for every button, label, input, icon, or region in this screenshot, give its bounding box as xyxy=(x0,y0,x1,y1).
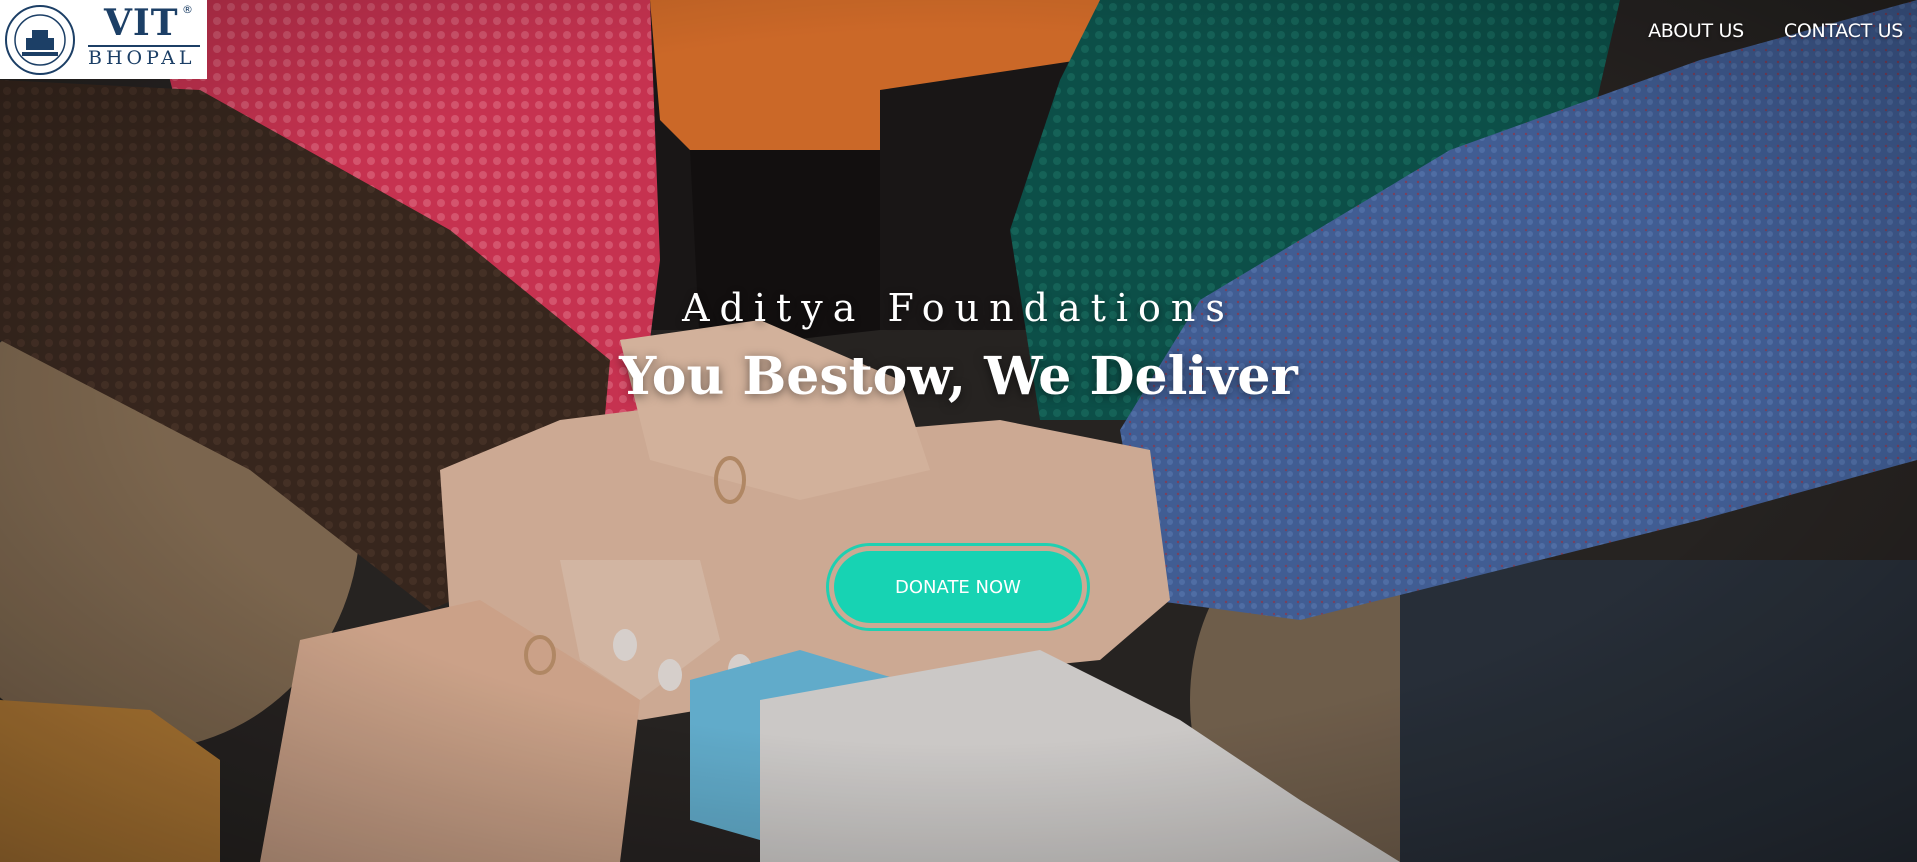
logo-campus: BHOPAL xyxy=(88,47,196,69)
nav-about-us-link[interactable]: ABOUT US xyxy=(1648,20,1744,42)
organization-name: Aditya Foundations xyxy=(682,286,1235,330)
nav-contact-us-link[interactable]: CONTACT US xyxy=(1784,20,1903,42)
vit-bhopal-logo[interactable]: VIT ® BHOPAL xyxy=(0,0,207,79)
top-navigation: ABOUT US CONTACT US xyxy=(1648,20,1903,42)
university-seal-icon xyxy=(5,5,75,75)
donate-now-button[interactable]: DONATE NOW xyxy=(834,551,1082,623)
logo-wordmark: VIT xyxy=(104,2,179,44)
hero-tagline: You Bestow, We Deliver xyxy=(619,346,1298,407)
registered-mark: ® xyxy=(182,3,193,16)
hero-background-photo xyxy=(0,0,1917,862)
hero-section: VIT ® BHOPAL ABOUT US CONTACT US Aditya … xyxy=(0,0,1917,862)
